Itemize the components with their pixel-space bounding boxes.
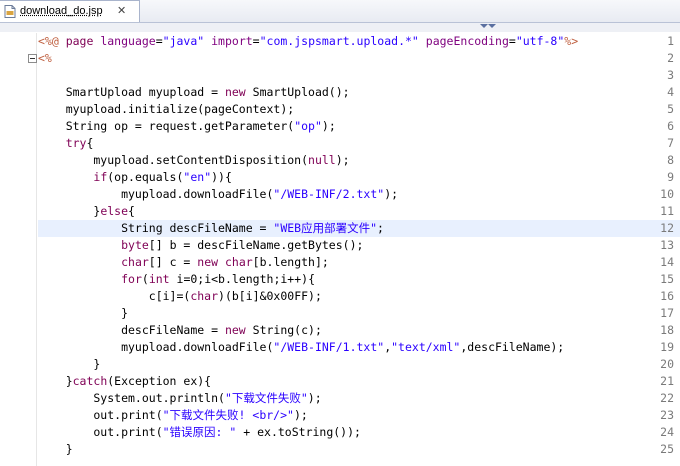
code-text[interactable]: <%@ page language="java" import="com.jsp… <box>38 33 680 466</box>
code-line-25: } <box>38 442 73 456</box>
code-line-22: System.out.println("下载文件失败"); <box>38 391 322 405</box>
code-line-6: String op = request.getParameter("op"); <box>38 119 336 133</box>
code-line-7: try{ <box>65 136 94 150</box>
code-line-9: if(op.equals("en")){ <box>93 170 232 184</box>
code-editor[interactable]: 1 2 3 4 5 6 7 8 9 10 11 12 13 14 15 16 1… <box>0 33 680 466</box>
tab-download-do-jsp[interactable]: download_do.jsp ✕ <box>0 0 140 22</box>
line-number-gutter <box>0 33 37 466</box>
code-line-13: byte[] b = descFileName.getBytes(); <box>121 238 364 252</box>
code-line-16: c[i]=(char)(b[i]&0x00FF); <box>38 289 322 303</box>
jsp-file-icon <box>4 5 16 18</box>
code-line-1: <%@ page language="java" import="com.jsp… <box>38 34 579 48</box>
editor-ruler <box>0 23 680 32</box>
code-line-19: myupload.downloadFile("/WEB-INF/1.txt","… <box>38 340 565 354</box>
collapse-arrows-icon[interactable] <box>478 23 498 32</box>
code-line-5: myupload.initialize(pageContext); <box>38 102 295 116</box>
code-line-12: String descFileName = "WEB应用部署文件"; <box>38 221 384 235</box>
code-line-10: myupload.downloadFile("/WEB-INF/2.txt"); <box>38 187 399 201</box>
close-icon[interactable]: ✕ <box>117 4 126 18</box>
code-line-8: myupload.setContentDisposition(null); <box>38 153 350 167</box>
code-line-23: out.print("下载文件失败! <br/>"); <box>38 408 308 422</box>
code-line-21: }catch(Exception ex){ <box>38 374 212 388</box>
editor-tab-bar: download_do.jsp ✕ <box>0 0 680 23</box>
code-line-14: char[] c = new char[b.length]; <box>121 255 329 269</box>
fold-minus-icon[interactable] <box>28 54 37 63</box>
code-line-17: } <box>38 306 129 320</box>
code-line-20: } <box>38 357 101 371</box>
code-line-15: for(int i=0;i<b.length;i++){ <box>121 272 315 286</box>
code-line-2: <% <box>38 51 52 65</box>
code-line-4: SmartUpload myupload = new SmartUpload()… <box>38 85 350 99</box>
code-line-18: descFileName = new String(c); <box>38 323 322 337</box>
code-line-11: }else{ <box>38 204 135 218</box>
tab-label: download_do.jsp <box>20 5 103 17</box>
code-line-24: out.print("错误原因: " + ex.toString()); <box>38 425 361 439</box>
